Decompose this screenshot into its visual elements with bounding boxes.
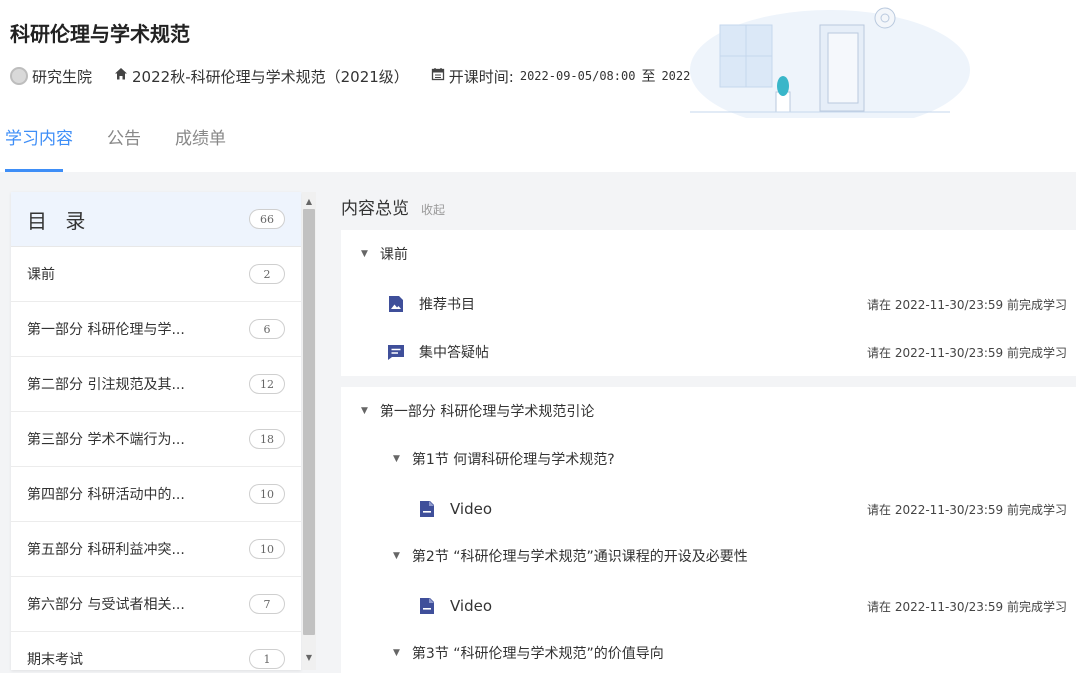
- item-label: Video: [450, 500, 493, 518]
- end-time: 2022-11-30/23:59: [661, 69, 778, 83]
- caret-down-icon: ▼: [361, 406, 368, 416]
- school-info: 研究生院: [10, 66, 92, 87]
- deadline-text: 请在 2022-11-30/23:59 前完成学习: [867, 345, 1067, 360]
- subsection-label: 第1节 何谓科研伦理与学术规范?: [411, 452, 615, 468]
- image-doc-icon: [389, 296, 403, 312]
- course-name-info: 2022秋-科研伦理与学术规范（2021级）: [114, 66, 409, 87]
- catalog-item-label: 第五部分 科研利益冲突...: [27, 542, 185, 558]
- open-time-info: 开课时间: 2022-09-05/08:00 至 2022-11-30/23:5…: [431, 66, 783, 87]
- tab-transcript[interactable]: 成绩单: [175, 124, 226, 172]
- catalog-item-count: 1: [249, 649, 285, 669]
- deadline-text: 请在 2022-11-30/23:59 前完成学习: [867, 502, 1067, 517]
- caret-down-icon: ▼: [393, 648, 400, 658]
- calendar-icon: [431, 67, 445, 85]
- school-logo-icon: [10, 67, 28, 85]
- document-icon: [805, 67, 817, 85]
- catalog-item-count: 2: [249, 264, 285, 284]
- catalog-item-count: 10: [249, 539, 285, 559]
- school-name: 研究生院: [32, 67, 93, 86]
- catalog-item-count: 7: [249, 594, 285, 614]
- catalog-item-count: 6: [249, 319, 285, 339]
- list-item-recommended-books[interactable]: 推荐书目 请在 2022-11-30/23:59 前完成学习: [341, 292, 1076, 316]
- catalog-item-count: 12: [249, 374, 285, 394]
- catalog-item-label: 期末考试: [27, 652, 83, 668]
- file-icon: [420, 501, 434, 517]
- section-pre-class[interactable]: ▼ 课前: [341, 242, 1076, 266]
- catalog-sidebar: 目 录 66 课前 2 第一部分 科研伦理与学... 6 第二部分 引注规范及其…: [11, 192, 301, 670]
- item-label: 推荐书目: [419, 297, 475, 313]
- subsection-3[interactable]: ▼ 第3节 “科研伦理与学术规范”的价值导向: [341, 641, 1076, 665]
- pledge-label: 学习承诺书: [821, 67, 897, 86]
- section-part1[interactable]: ▼ 第一部分 科研伦理与学术规范引论: [341, 399, 1076, 423]
- caret-down-icon: ▼: [361, 249, 368, 259]
- caret-down-icon: ▼: [393, 551, 400, 561]
- pre-class-card: ▼ 课前 推荐书目 请在 2022-11-30/23:59 前完成学习 集中答疑…: [341, 230, 1076, 376]
- catalog-item-count: 10: [249, 484, 285, 504]
- catalog-item-part3[interactable]: 第三部分 学术不端行为... 18: [11, 412, 301, 467]
- pledge-link[interactable]: 学习承诺书: [805, 66, 896, 87]
- section-label: 课前: [379, 247, 408, 263]
- list-item-qa-post[interactable]: 集中答疑帖 请在 2022-11-30/23:59 前完成学习: [341, 340, 1076, 364]
- scroll-down-icon[interactable]: ▼: [302, 650, 316, 664]
- catalog-item-part6[interactable]: 第六部分 与受试者相关... 7: [11, 577, 301, 632]
- subsection-1[interactable]: ▼ 第1节 何谓科研伦理与学术规范?: [341, 447, 1076, 471]
- deadline-text: 请在 2022-11-30/23:59 前完成学习: [867, 297, 1067, 312]
- catalog-item-label: 第六部分 与受试者相关...: [27, 597, 185, 613]
- list-item-video-1[interactable]: Video 请在 2022-11-30/23:59 前完成学习: [341, 497, 1076, 521]
- collapse-link[interactable]: 收起: [421, 201, 445, 218]
- catalog-title: 目 录: [27, 208, 92, 233]
- catalog-item-label: 第二部分 引注规范及其...: [27, 377, 185, 393]
- item-label: 集中答疑帖: [419, 345, 489, 361]
- start-time: 2022-09-05/08:00: [519, 69, 636, 83]
- list-item-video-2[interactable]: Video 请在 2022-11-30/23:59 前完成学习: [341, 594, 1076, 618]
- catalog-item-label: 第三部分 学术不端行为...: [27, 432, 185, 448]
- course-title: 科研伦理与学术规范: [10, 22, 190, 46]
- caret-down-icon: ▼: [393, 454, 400, 464]
- time-separator: 至: [641, 69, 656, 85]
- scroll-up-icon[interactable]: ▲: [302, 194, 316, 208]
- subsection-2[interactable]: ▼ 第2节 “科研伦理与学术规范”通识课程的开设及必要性: [341, 544, 1076, 568]
- room-illustration: [690, 7, 970, 118]
- forum-post-icon: [388, 345, 404, 360]
- tab-announcements[interactable]: 公告: [107, 124, 141, 172]
- catalog-item-label: 第四部分 科研活动中的...: [27, 487, 185, 503]
- deadline-text: 请在 2022-11-30/23:59 前完成学习: [867, 599, 1067, 614]
- tab-study-content[interactable]: 学习内容: [5, 124, 73, 172]
- catalog-item-count: 18: [249, 429, 285, 449]
- course-header: 科研伦理与学术规范 研究生院 2022秋-科研伦理与学术规范（2021级） 开课…: [0, 0, 1076, 118]
- file-icon: [420, 598, 434, 614]
- catalog-item-pre-class[interactable]: 课前 2: [11, 247, 301, 302]
- catalog-item-part1[interactable]: 第一部分 科研伦理与学... 6: [11, 302, 301, 357]
- catalog-item-label: 课前: [27, 267, 55, 283]
- catalog-item-part5[interactable]: 第五部分 科研利益冲突... 10: [11, 522, 301, 577]
- subsection-label: 第3节 “科研伦理与学术规范”的价值导向: [411, 646, 664, 662]
- item-label: Video: [450, 597, 493, 615]
- catalog-item-label: 第一部分 科研伦理与学...: [27, 322, 185, 338]
- section-label: 第一部分 科研伦理与学术规范引论: [379, 404, 595, 420]
- catalog-item-part2[interactable]: 第二部分 引注规范及其... 12: [11, 357, 301, 412]
- overview-title: 内容总览: [341, 199, 409, 219]
- home-icon: [114, 67, 128, 85]
- catalog-item-part4[interactable]: 第四部分 科研活动中的... 10: [11, 467, 301, 522]
- subsection-label: 第2节 “科研伦理与学术规范”通识课程的开设及必要性: [411, 549, 748, 565]
- course-tabs: 学习内容 公告 成绩单: [0, 124, 260, 172]
- catalog-header[interactable]: 目 录 66: [11, 192, 301, 247]
- course-name: 2022秋-科研伦理与学术规范（2021级）: [132, 67, 409, 86]
- overview-header: 内容总览 收起: [341, 194, 445, 219]
- main-body: 目 录 66 课前 2 第一部分 科研伦理与学... 6 第二部分 引注规范及其…: [0, 172, 1076, 673]
- part1-card: ▼ 第一部分 科研伦理与学术规范引论 ▼ 第1节 何谓科研伦理与学术规范? Vi…: [341, 387, 1076, 673]
- catalog-item-final-exam[interactable]: 期末考试 1: [11, 632, 301, 670]
- catalog-scroll-thumb[interactable]: [303, 209, 315, 635]
- open-time-label: 开课时间:: [448, 67, 514, 86]
- course-meta: 研究生院 2022秋-科研伦理与学术规范（2021级） 开课时间: 2022-0…: [10, 64, 918, 88]
- catalog-total-badge: 66: [249, 209, 285, 229]
